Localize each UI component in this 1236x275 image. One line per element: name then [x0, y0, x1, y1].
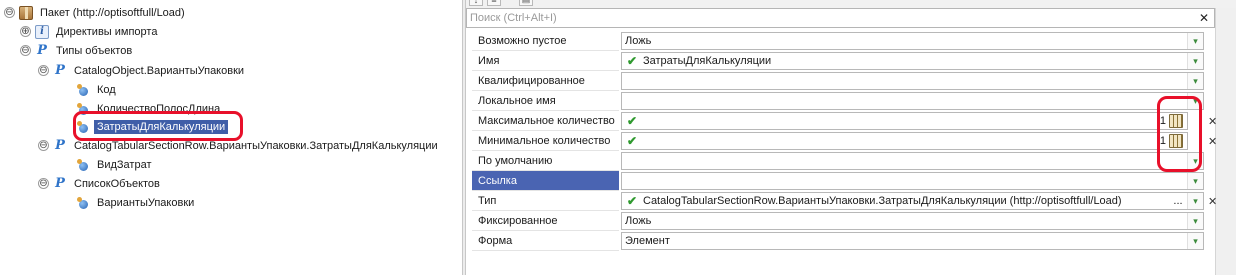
property-value-field[interactable]: Элемент ▾: [621, 232, 1204, 250]
tree-node-import-directives[interactable]: ⊕ i Директивы импорта: [20, 22, 160, 41]
chevron-down-icon[interactable]: ▾: [1187, 53, 1203, 69]
tree-node-object-types[interactable]: ⊖ P Типы объектов: [20, 41, 135, 60]
property-value-field[interactable]: Ложь ▾: [621, 32, 1204, 50]
checkmark-icon: ✔: [626, 194, 638, 208]
package-icon: [19, 5, 33, 20]
collapse-icon[interactable]: ⊖: [38, 178, 49, 189]
categorize-icon[interactable]: ≡: [487, 0, 501, 6]
collapse-icon[interactable]: ⊖: [4, 7, 15, 18]
property-row[interactable]: Локальное имя ▾: [472, 91, 1209, 111]
property-label[interactable]: Тип: [472, 191, 619, 211]
properties-panel: ↕ ≡ ▤ ✕ Возможно пустое Ложь ▾ Имя ✔ ЗатратыД…: [466, 0, 1236, 275]
chevron-down-icon[interactable]: ▾: [1187, 233, 1203, 249]
tree-node-object-list[interactable]: ⊖ P СписокОбъектов: [38, 174, 163, 193]
tree-node-prop-packaging-options[interactable]: ВариантыУпаковки: [76, 193, 197, 212]
property-label[interactable]: Локальное имя: [472, 91, 619, 111]
sort-az-icon[interactable]: ↕: [469, 0, 483, 6]
clear-value-icon[interactable]: ✕: [1208, 192, 1217, 210]
clear-value-icon[interactable]: ✕: [1208, 112, 1217, 130]
property-value-field[interactable]: ▾: [621, 172, 1204, 190]
property-label[interactable]: Форма: [472, 231, 619, 251]
tree-node-prop-code[interactable]: Код: [76, 80, 119, 99]
chevron-down-icon[interactable]: ▾: [1187, 73, 1203, 89]
tree-node-label: ВариантыУпаковки: [97, 196, 195, 209]
chevron-down-icon[interactable]: ▾: [1187, 193, 1203, 209]
tree-node-label: Директивы импорта: [56, 25, 158, 38]
chevron-down-icon[interactable]: ▾: [1187, 213, 1203, 229]
chevron-down-icon[interactable]: ▾: [1187, 33, 1203, 49]
expand-icon[interactable]: ⊕: [20, 26, 31, 37]
property-value: CatalogTabularSectionRow.ВариантыУпаковк…: [643, 195, 1122, 207]
property-row[interactable]: Квалифицированное ▾: [472, 71, 1209, 91]
tree-node-label: Код: [97, 83, 116, 96]
collapse-icon[interactable]: ⊖: [20, 45, 31, 56]
property-page-icon[interactable]: ▤: [519, 0, 533, 6]
highlight-annotation: [1157, 96, 1202, 172]
choose-type-button[interactable]: ...: [1170, 193, 1186, 209]
tree-node-package[interactable]: ⊖ Пакет (http://optisoftfull/Load): [4, 3, 188, 22]
property-value-field[interactable]: ▾: [621, 72, 1204, 90]
checkmark-icon: ✔: [626, 134, 638, 148]
info-icon: i: [35, 24, 49, 39]
tree-node-prop-cost-type[interactable]: ВидЗатрат: [76, 155, 155, 174]
collapse-icon[interactable]: ⊖: [38, 140, 49, 151]
chevron-down-icon[interactable]: ▾: [1187, 173, 1203, 189]
property-icon: [76, 196, 90, 210]
type-icon: P: [37, 43, 47, 58]
package-tree: ⊖ Пакет (http://optisoftfull/Load) ⊕ i Д…: [0, 0, 462, 275]
property-label[interactable]: Минимальное количество: [472, 131, 619, 151]
search-box: ✕: [466, 8, 1215, 28]
property-row[interactable]: Возможно пустое Ложь ▾: [472, 31, 1209, 51]
property-label[interactable]: По умолчанию: [472, 151, 619, 171]
property-row[interactable]: Минимальное количество ✔ 1 ✕: [472, 131, 1217, 151]
property-icon: [76, 83, 90, 97]
tree-node-label: Типы объектов: [56, 44, 133, 57]
tree-node-label: CatalogObject.ВариантыУпаковки: [74, 64, 245, 77]
property-label[interactable]: Ссылка: [472, 171, 619, 191]
property-value-field[interactable]: Ложь ▾: [621, 212, 1204, 230]
panel-scrollbar[interactable]: [1215, 8, 1236, 275]
property-value-field[interactable]: ✔ 1: [621, 112, 1188, 130]
property-label[interactable]: Максимальное количество: [472, 111, 619, 131]
property-row[interactable]: Ссылка ▾: [472, 171, 1209, 191]
type-icon: P: [55, 63, 65, 78]
property-value-field[interactable]: ▾: [621, 152, 1204, 170]
property-value: Элемент: [625, 235, 670, 247]
property-label[interactable]: Имя: [472, 51, 619, 71]
property-value-field[interactable]: ✔ CatalogTabularSectionRow.ВариантыУпаков…: [621, 192, 1204, 210]
clear-search-icon[interactable]: ✕: [1196, 10, 1212, 26]
property-label[interactable]: Квалифицированное: [472, 71, 619, 91]
property-row[interactable]: Имя ✔ ЗатратыДляКалькуляции ▾: [472, 51, 1209, 71]
property-value-field[interactable]: ▾: [621, 92, 1204, 110]
property-row[interactable]: Фиксированное Ложь ▾: [472, 211, 1209, 231]
clear-value-icon[interactable]: ✕: [1208, 132, 1217, 150]
collapse-icon[interactable]: ⊖: [38, 65, 49, 76]
property-value: Ложь: [625, 35, 652, 47]
property-icon: [76, 158, 90, 172]
property-row[interactable]: Максимальное количество ✔ 1 ✕: [472, 111, 1217, 131]
search-input[interactable]: [470, 10, 1214, 26]
property-row[interactable]: По умолчанию ▾: [472, 151, 1209, 171]
highlight-annotation: [73, 111, 243, 141]
tree-node-label: ВидЗатрат: [97, 158, 152, 171]
type-icon: P: [55, 176, 65, 191]
property-value-field[interactable]: ✔ ЗатратыДляКалькуляции ▾: [621, 52, 1204, 70]
tree-node-label: Пакет (http://optisoftfull/Load): [40, 6, 185, 19]
property-row[interactable]: Форма Элемент ▾: [472, 231, 1209, 251]
properties-toolbar: ↕ ≡ ▤: [466, 0, 1236, 8]
property-value: Ложь: [625, 215, 652, 227]
property-label[interactable]: Возможно пустое: [472, 31, 619, 51]
tree-node-catalog-object[interactable]: ⊖ P CatalogObject.ВариантыУпаковки: [38, 61, 247, 80]
property-value: ЗатратыДляКалькуляции: [643, 55, 772, 67]
property-value-field[interactable]: ✔ 1: [621, 132, 1188, 150]
checkmark-icon: ✔: [626, 114, 638, 128]
type-icon: P: [55, 138, 65, 153]
property-row[interactable]: Тип ✔ CatalogTabularSectionRow.ВариантыУпа…: [472, 191, 1217, 211]
checkmark-icon: ✔: [626, 54, 638, 68]
property-label[interactable]: Фиксированное: [472, 211, 619, 231]
tree-node-label: СписокОбъектов: [74, 177, 160, 190]
